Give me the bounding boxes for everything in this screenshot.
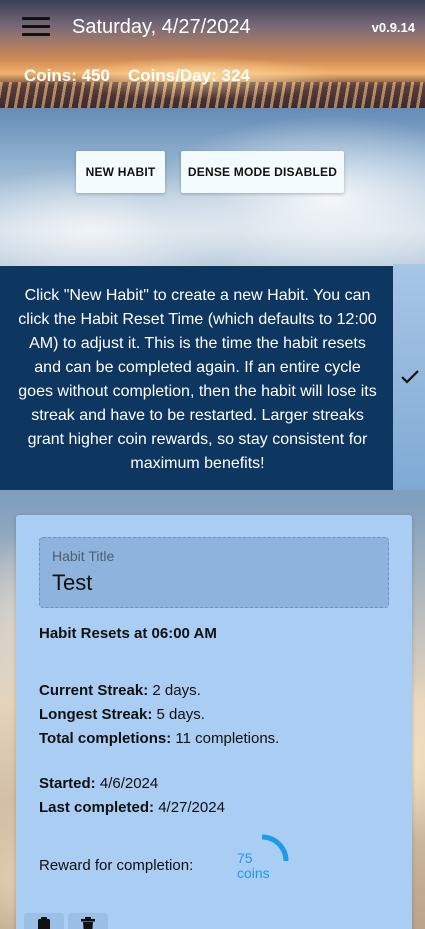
longest-streak: Longest Streak: 5 days.: [39, 706, 205, 723]
menu-icon[interactable]: [22, 15, 50, 37]
dense-mode-button[interactable]: DENSE MODE DISABLED: [181, 151, 344, 193]
last-completed-value: 4/27/2024: [154, 799, 225, 816]
trash-icon: [81, 917, 95, 929]
total-completions-label: Total completions:: [39, 730, 172, 747]
habit-title-field[interactable]: Habit Title Test: [39, 537, 389, 608]
reward-amount: 75: [237, 850, 253, 866]
clipboard-check-icon: [38, 917, 50, 929]
started-value: 4/6/2024: [95, 775, 159, 792]
delete-habit-button[interactable]: [68, 913, 108, 929]
started-date: Started: 4/6/2024: [39, 775, 158, 792]
instructions-text: Click "New Habit" to create a new Habit.…: [18, 287, 377, 472]
habit-title-input[interactable]: Test: [52, 570, 92, 596]
reward-unit: coins: [237, 865, 270, 881]
app-version: v0.9.14: [371, 20, 415, 35]
coins-per-day: Coins/Day: 324: [127, 66, 250, 85]
current-date: Saturday, 4/27/2024: [72, 16, 251, 38]
coins-balance: Coins: 450: [24, 66, 110, 85]
longest-streak-label: Longest Streak:: [39, 706, 153, 723]
reward-amount-text: 75 coins: [237, 851, 270, 881]
current-streak: Current Streak: 2 days.: [39, 682, 201, 699]
total-completions-value: 11 completions.: [171, 730, 280, 747]
last-completed-date: Last completed: 4/27/2024: [39, 799, 225, 816]
last-completed-label: Last completed:: [39, 799, 155, 816]
habit-title-label: Habit Title: [52, 548, 115, 564]
reward-label: Reward for completion:: [39, 857, 194, 874]
complete-habit-button[interactable]: [24, 913, 64, 929]
current-streak-label: Current Streak:: [39, 682, 149, 699]
longest-streak-value: 5 days.: [152, 706, 205, 723]
new-habit-button[interactable]: NEW HABIT: [76, 151, 165, 193]
current-streak-value: 2 days.: [148, 682, 201, 699]
checkmark-icon: [401, 370, 419, 384]
instructions-panel: Click "New Habit" to create a new Habit.…: [0, 266, 393, 490]
dismiss-instructions-button[interactable]: [393, 264, 425, 490]
started-label: Started:: [39, 775, 96, 792]
habit-card: Habit Title Test Habit Resets at 06:00 A…: [16, 515, 412, 929]
coins-summary: Coins: 450 Coins/Day: 324: [24, 66, 250, 86]
habit-reset-time[interactable]: Habit Resets at 06:00 AM: [39, 625, 217, 642]
header: Saturday, 4/27/2024 v0.9.14 Coins: 450 Co…: [0, 0, 425, 108]
total-completions: Total completions: 11 completions.: [39, 730, 279, 747]
